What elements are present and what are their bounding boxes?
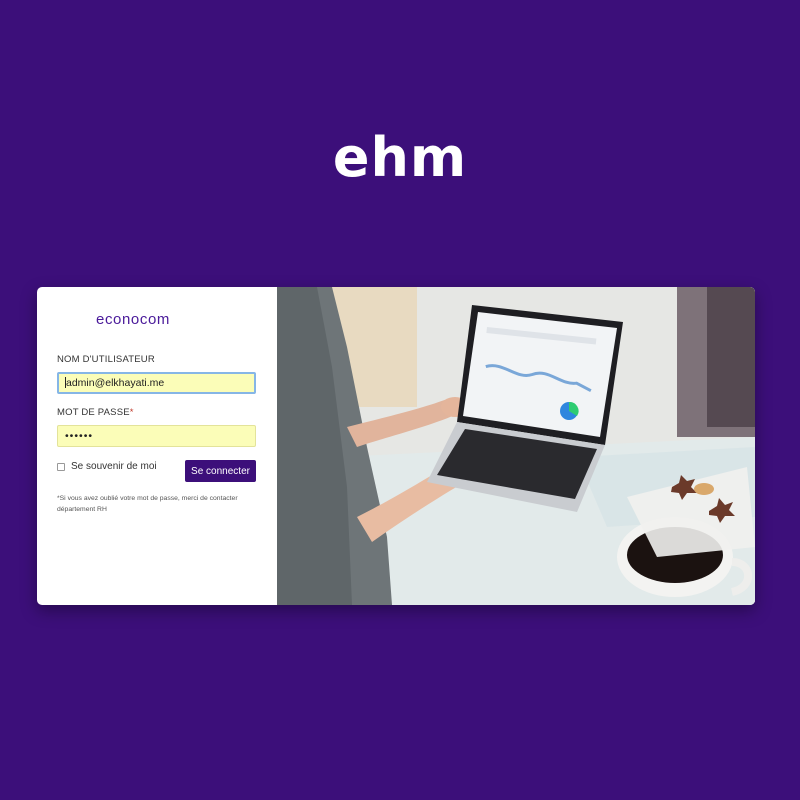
login-card: econocom NOM D'UTILISATEUR admin@elkhaya… [37,287,755,605]
username-label: NOM D'UTILISATEUR [57,354,155,365]
remember-label: Se souvenir de moi [71,461,157,472]
password-label: MOT DE PASSE* [57,407,134,418]
remember-checkbox[interactable] [57,462,65,471]
required-mark: * [129,407,134,418]
forgot-password-note: *Si vous avez oublié votre mot de passe,… [57,495,238,513]
username-field[interactable]: admin@elkhayati.me [57,372,256,394]
password-value: •••••• [65,430,94,442]
remember-me[interactable]: Se souvenir de moi [57,461,157,472]
password-label-text: MOT DE PASSE [57,407,130,418]
hero-photo [277,287,755,605]
login-form: econocom NOM D'UTILISATEUR admin@elkhaya… [37,287,277,605]
hero-illustration [277,287,755,605]
company-logo: econocom [96,311,171,328]
brand-title: ehm [332,126,468,189]
login-button[interactable]: Se connecter [185,460,256,482]
password-field[interactable]: •••••• [57,425,256,447]
username-value: admin@elkhayati.me [66,377,165,389]
